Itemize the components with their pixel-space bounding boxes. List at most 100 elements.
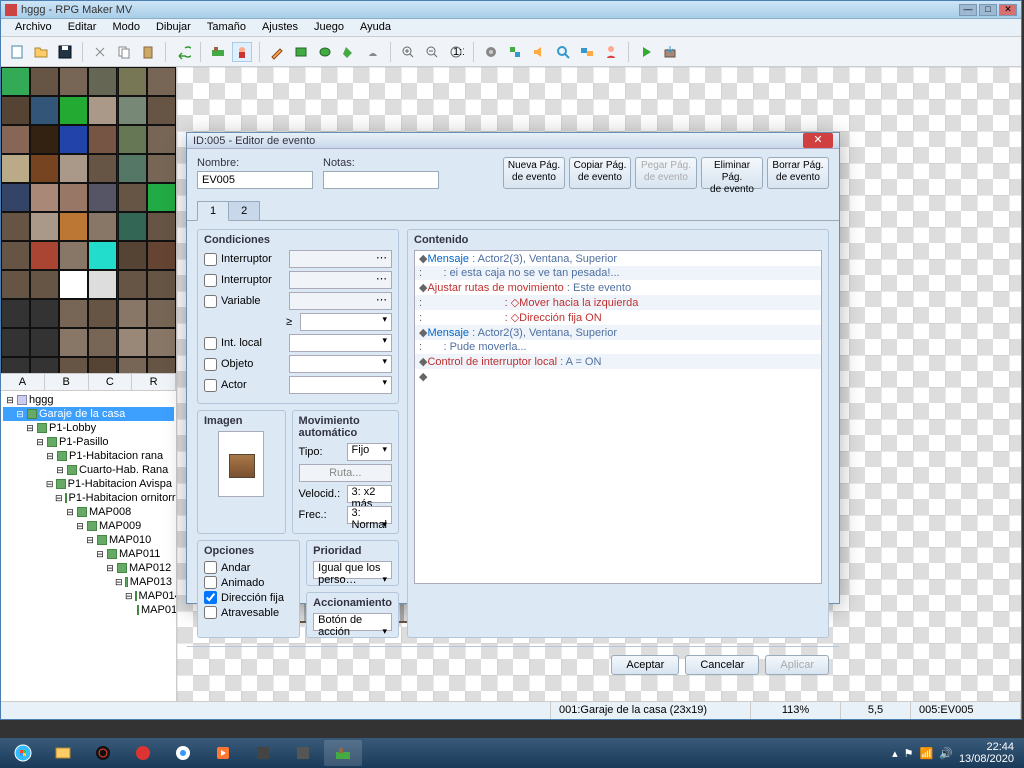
tile[interactable] (88, 212, 117, 241)
minimize-button[interactable]: — (959, 4, 977, 16)
tile[interactable] (147, 328, 176, 357)
tile[interactable] (30, 357, 59, 373)
tile[interactable] (1, 357, 30, 373)
tile[interactable] (118, 125, 147, 154)
copy-icon[interactable] (114, 42, 134, 62)
layer-tab-C[interactable]: C (89, 374, 133, 390)
cond-dropdown[interactable] (289, 334, 392, 352)
tile[interactable] (59, 96, 88, 125)
andar-checkbox[interactable] (204, 561, 217, 574)
system-tray[interactable]: ▴ ⚑ 📶 🔊 22:44 13/08/2020 (892, 741, 1020, 765)
tile[interactable] (88, 357, 117, 373)
tree-item[interactable]: ⊟P1-Lobby (3, 421, 174, 435)
tile[interactable] (118, 357, 147, 373)
explorer-taskicon[interactable] (44, 740, 82, 766)
cond-checkbox[interactable] (204, 295, 217, 308)
layer-tab-A[interactable]: A (1, 374, 45, 390)
menu-juego[interactable]: Juego (306, 19, 352, 36)
zoomin-icon[interactable] (398, 42, 418, 62)
tray-flag-icon[interactable]: ⚑ (904, 747, 914, 760)
tile[interactable] (147, 125, 176, 154)
priority-select[interactable]: Igual que los perso… (313, 561, 392, 579)
tile[interactable] (88, 96, 117, 125)
paste-icon[interactable] (138, 42, 158, 62)
freq-select[interactable]: 3: Normal (347, 506, 392, 524)
tree-item[interactable]: ⊟MAP010 (3, 533, 174, 547)
tile[interactable] (118, 212, 147, 241)
tile[interactable] (147, 241, 176, 270)
tree-item[interactable]: ⊟P1-Habitacion rana (3, 449, 174, 463)
dialog-close-button[interactable]: ✕ (803, 133, 833, 148)
maximize-button[interactable]: □ (979, 4, 997, 16)
resource-icon[interactable] (577, 42, 597, 62)
tree-item[interactable]: ⊟MAP013 (3, 575, 174, 589)
tile[interactable] (59, 183, 88, 212)
tree-item[interactable]: ⊟MAP009 (3, 519, 174, 533)
command-line[interactable]: : : ei esta caja no se ve tan pesada!... (415, 266, 821, 280)
plugin-icon[interactable] (505, 42, 525, 62)
cond-dropdown[interactable] (289, 355, 392, 373)
tile[interactable] (1, 67, 30, 96)
tile[interactable] (147, 154, 176, 183)
tray-volume-icon[interactable]: 🔊 (939, 747, 953, 760)
tile[interactable] (59, 212, 88, 241)
page-action-button[interactable]: Nueva Pág.de evento (503, 157, 565, 189)
cancel-button[interactable]: Cancelar (685, 655, 759, 675)
app-taskicon-1[interactable] (84, 740, 122, 766)
tile[interactable] (147, 299, 176, 328)
tile[interactable] (147, 357, 176, 373)
tile[interactable] (59, 67, 88, 96)
media-taskicon[interactable] (204, 740, 242, 766)
dialog-titlebar[interactable]: ID:005 - Editor de evento ✕ (187, 133, 839, 149)
tile[interactable] (1, 241, 30, 270)
event-mode-icon[interactable] (232, 42, 252, 62)
atravesable-checkbox[interactable] (204, 606, 217, 619)
tile[interactable] (88, 67, 117, 96)
tree-item[interactable]: ⊟MAP011 (3, 547, 174, 561)
tile[interactable] (59, 299, 88, 328)
cond-checkbox[interactable] (204, 358, 217, 371)
opera-taskicon[interactable] (124, 740, 162, 766)
tab-2[interactable]: 2 (228, 201, 260, 221)
tile[interactable] (1, 299, 30, 328)
tab-1[interactable]: 1 (197, 201, 229, 221)
cond-picker[interactable] (289, 292, 392, 310)
tile[interactable] (59, 357, 88, 373)
map-mode-icon[interactable] (208, 42, 228, 62)
start-button[interactable] (4, 740, 42, 766)
tile[interactable] (88, 299, 117, 328)
type-select[interactable]: Fijo (347, 443, 392, 461)
sound-icon[interactable] (529, 42, 549, 62)
tile[interactable] (59, 270, 88, 299)
page-action-button[interactable]: Borrar Pág.de evento (767, 157, 829, 189)
pencil-icon[interactable] (267, 42, 287, 62)
tile[interactable] (118, 154, 147, 183)
taskbar[interactable]: ▴ ⚑ 📶 🔊 22:44 13/08/2020 (0, 738, 1024, 768)
tree-item[interactable]: ⊟MAP008 (3, 505, 174, 519)
cond-checkbox[interactable] (204, 274, 217, 287)
tile[interactable] (147, 67, 176, 96)
menu-ayuda[interactable]: Ayuda (352, 19, 399, 36)
tile[interactable] (88, 270, 117, 299)
command-line[interactable]: : : ◇Mover hacia la izquierda (415, 295, 821, 310)
tile[interactable] (118, 67, 147, 96)
direccion-checkbox[interactable] (204, 591, 217, 604)
tile[interactable] (30, 125, 59, 154)
open-icon[interactable] (31, 42, 51, 62)
tile[interactable] (30, 154, 59, 183)
tile[interactable] (147, 183, 176, 212)
tile[interactable] (1, 270, 30, 299)
tile[interactable] (59, 241, 88, 270)
trigger-select[interactable]: Botón de acción (313, 613, 392, 631)
layer-tab-B[interactable]: B (45, 374, 89, 390)
tile[interactable] (59, 328, 88, 357)
tile[interactable] (1, 96, 30, 125)
tile[interactable] (30, 212, 59, 241)
tile[interactable] (118, 183, 147, 212)
tile[interactable] (30, 328, 59, 357)
database-icon[interactable] (481, 42, 501, 62)
tile[interactable] (147, 96, 176, 125)
tile[interactable] (88, 125, 117, 154)
new-icon[interactable] (7, 42, 27, 62)
tray-clock[interactable]: 22:44 13/08/2020 (959, 741, 1020, 765)
